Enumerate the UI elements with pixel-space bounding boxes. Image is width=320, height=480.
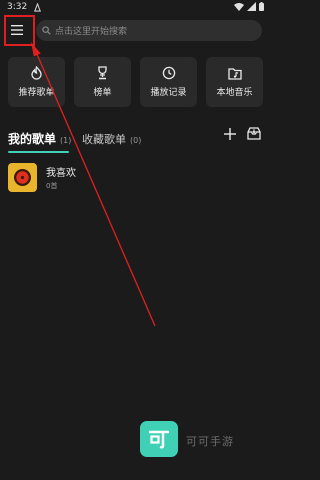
menu-icon [11,25,23,35]
tab-indicator [8,151,69,153]
clock-icon [162,66,175,80]
record-icon [14,169,31,186]
tile-label: 推荐歌单 [18,88,55,98]
tab-favorite-playlists-count: (0) [130,136,142,145]
app-screen: 3:32 点击这里开始搜索 推荐歌单 榜单 播放记录 本地音乐 我的歌单 (1)… [0,0,270,480]
battery-icon [259,2,264,11]
playlist-item[interactable]: 我喜欢 0首 [8,163,264,193]
logo-icon [149,430,169,449]
search-bar[interactable]: 点击这里开始搜索 [36,20,262,41]
tile-label: 榜单 [93,88,112,98]
status-time: 3:32 [7,2,28,12]
folder-music-icon [227,67,242,80]
watermark-text: 可可手游 [186,435,234,448]
notification-icon [34,3,41,12]
playlist-title: 我喜欢 [46,168,76,179]
search-placeholder: 点击这里开始搜索 [55,27,128,37]
tile-play-history[interactable]: 播放记录 [140,57,197,107]
system-icons [234,2,264,11]
search-icon [42,26,51,35]
watermark-logo [140,421,178,457]
tab-my-playlists-count: (1) [60,136,72,145]
recommend-icon [31,66,42,80]
add-playlist-icon[interactable] [222,126,238,142]
quick-tiles: 推荐歌单 榜单 播放记录 本地音乐 [8,57,264,107]
tile-label: 播放记录 [150,88,187,98]
wifi-icon [234,3,244,11]
tab-favorite-playlists-label: 收藏歌单 [82,133,126,146]
playlist-cover [8,163,37,192]
trophy-icon [98,66,107,80]
menu-button[interactable] [6,19,28,41]
signal-icon [247,2,256,11]
status-bar: 3:32 [0,0,270,16]
tab-my-playlists[interactable]: 我的歌单 (1) [8,130,71,147]
tab-my-playlists-label: 我的歌单 [8,132,57,146]
tile-recommend-playlists[interactable]: 推荐歌单 [8,57,65,107]
import-playlist-icon[interactable] [246,126,262,142]
tile-local-music[interactable]: 本地音乐 [206,57,263,107]
tile-label: 本地音乐 [216,87,253,98]
tile-charts[interactable]: 榜单 [74,57,131,107]
playlist-song-count: 0首 [46,182,58,190]
tab-favorite-playlists[interactable]: 收藏歌单 (0) [82,131,141,147]
